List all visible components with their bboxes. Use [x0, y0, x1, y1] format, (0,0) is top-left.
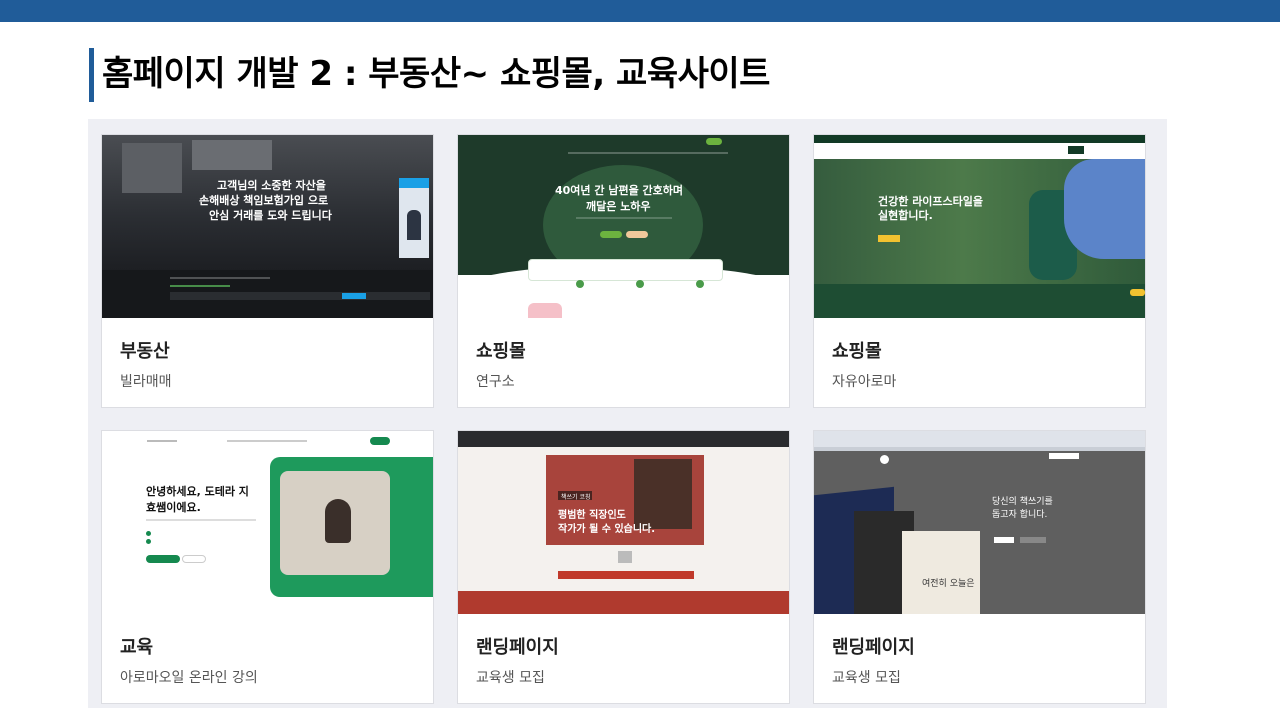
thumb-badge-text: 책쓰기 코칭	[561, 494, 591, 501]
portfolio-card-education[interactable]: 안녕하세요, 도테라 지 효쌤이에요. 교육 아로마오일 온라인 강의	[101, 430, 434, 704]
thumb-nav-button	[370, 437, 390, 445]
thumb-headline-2: 깨달은 노하우	[586, 200, 651, 213]
card-title: 랜딩페이지	[832, 637, 915, 658]
portfolio-card-shop-aroma[interactable]: 건강한 라이프스타일을 실현합니다. 쇼핑몰 자유아로마	[813, 134, 1146, 408]
thumb-cta-peach	[626, 231, 648, 238]
card-title: 랜딩페이지	[476, 637, 559, 658]
thumb-teacher-figure	[325, 499, 351, 543]
thumb-check-dot	[146, 539, 151, 544]
thumb-nav-line	[227, 440, 307, 442]
thumb-nav-line	[568, 152, 728, 154]
thumb-nav-line	[170, 277, 270, 279]
thumb-headline-1: 안녕하세요, 도테라 지	[146, 485, 249, 498]
portfolio-card-real-estate[interactable]: 고객님의 소중한 자산을 손해배상 책임보험가입 으로 안심 거래를 도와 드립…	[101, 134, 434, 408]
thumb-cta	[878, 235, 900, 242]
thumb-logo	[880, 455, 889, 464]
thumbnail-shop-aroma: 건강한 라이프스타일을 실현합니다.	[814, 135, 1145, 318]
thumb-book-white	[902, 531, 980, 614]
thumb-cta-gray	[1020, 537, 1046, 543]
card-subtitle: 빌라매매	[120, 374, 172, 390]
thumb-headline-2: 작가가 될 수 있습니다.	[558, 524, 656, 535]
card-title: 교육	[120, 637, 154, 658]
portfolio-card-landing-books[interactable]: 여전히 오늘은 당신의 책쓰기를 돕고자 합니다. 랜딩페이지 교육생 모집	[813, 430, 1146, 704]
card-subtitle: 자유아로마	[832, 374, 897, 390]
thumb-headline-1: 당신의 책쓰기를	[992, 497, 1053, 507]
thumb-cabinet	[122, 143, 182, 193]
thumbnail-landing-coaching: 책쓰기 코칭 평범한 직장인도 작가가 될 수 있습니다.	[458, 431, 789, 614]
thumb-headline-3: 안심 거래를 도와 드립니다	[209, 209, 332, 222]
thumb-book-title: 여전히 오늘은	[922, 579, 975, 589]
portfolio-card-shop-lab[interactable]: 40여년 간 남편을 간호하며 깨달은 노하우 쇼핑몰 연구소	[457, 134, 790, 408]
thumb-price-bar	[558, 571, 694, 579]
page-title: 홈페이지 개발 2 : 부동산~ 쇼핑몰, 교육사이트	[102, 54, 770, 94]
thumb-headline-2: 실현합니다.	[878, 209, 933, 222]
thumb-text-line	[146, 519, 256, 521]
thumb-book-cover	[634, 459, 692, 529]
thumb-text-line	[576, 217, 672, 219]
thumb-cta-white	[994, 537, 1014, 543]
top-accent-bar	[0, 0, 1280, 22]
card-title: 부동산	[120, 341, 170, 362]
card-subtitle: 연구소	[476, 374, 515, 390]
thumb-agent-photo	[407, 210, 421, 240]
card-title: 쇼핑몰	[832, 341, 882, 362]
thumb-headline-2: 손해배상 책임보험가입 으로	[199, 194, 329, 207]
thumb-headline-1: 평범한 직장인도	[558, 510, 626, 521]
thumb-browser-bar	[458, 431, 789, 447]
thumbnail-shop-lab: 40여년 간 남편을 간호하며 깨달은 노하우	[458, 135, 789, 318]
thumb-headline-1: 40여년 간 남편을 간호하며	[555, 184, 683, 197]
card-subtitle: 교육생 모집	[476, 670, 545, 686]
thumb-nav-button	[1049, 453, 1079, 459]
thumb-logo	[147, 440, 177, 442]
thumb-topbar	[814, 135, 1145, 143]
thumb-feature-dot	[576, 280, 584, 288]
thumbnail-real-estate: 고객님의 소중한 자산을 손해배상 책임보험가입 으로 안심 거래를 도와 드립…	[102, 135, 433, 318]
thumb-search-button	[342, 293, 366, 299]
portfolio-card-landing-coaching[interactable]: 책쓰기 코칭 평범한 직장인도 작가가 될 수 있습니다. 랜딩페이지 교육생 …	[457, 430, 790, 704]
thumb-cta-outline	[182, 555, 206, 563]
card-subtitle: 교육생 모집	[832, 670, 901, 686]
thumb-feature-dot	[636, 280, 644, 288]
thumb-search-bar	[170, 292, 430, 300]
thumb-nav	[814, 143, 1145, 159]
thumb-glove	[1064, 159, 1145, 259]
thumb-nav-button	[1068, 146, 1084, 154]
thumb-feature-dot	[696, 280, 704, 288]
thumb-feature-box	[528, 259, 723, 281]
thumb-icon	[618, 551, 632, 563]
thumb-text-line	[170, 285, 230, 287]
card-title: 쇼핑몰	[476, 341, 526, 362]
thumb-cta-green	[600, 231, 622, 238]
thumbnail-education: 안녕하세요, 도테라 지 효쌤이에요.	[102, 431, 433, 614]
thumb-product-image	[528, 303, 562, 318]
thumb-browser-bar	[814, 431, 1145, 447]
thumb-bottom-band	[458, 591, 789, 614]
thumb-cabinet	[192, 140, 272, 170]
portfolio-grid: 고객님의 소중한 자산을 손해배상 책임보험가입 으로 안심 거래를 도와 드립…	[88, 119, 1167, 708]
thumb-feature-band	[814, 284, 1145, 318]
card-subtitle: 아로마오일 온라인 강의	[120, 670, 258, 686]
thumb-headline-2: 돕고자 합니다.	[992, 510, 1048, 520]
thumbnail-landing-books: 여전히 오늘은 당신의 책쓰기를 돕고자 합니다.	[814, 431, 1145, 614]
thumb-check-dot	[146, 531, 151, 536]
thumb-address-bar	[814, 447, 1145, 451]
thumb-agent-banner-header	[399, 178, 429, 188]
thumb-chat-button	[1130, 289, 1145, 296]
thumb-cta-green	[146, 555, 180, 563]
thumb-headline-2: 효쌤이에요.	[146, 501, 201, 514]
title-accent-bar	[89, 48, 94, 102]
thumb-headline-1: 고객님의 소중한 자산을	[217, 179, 326, 192]
thumb-login-button	[706, 138, 722, 145]
